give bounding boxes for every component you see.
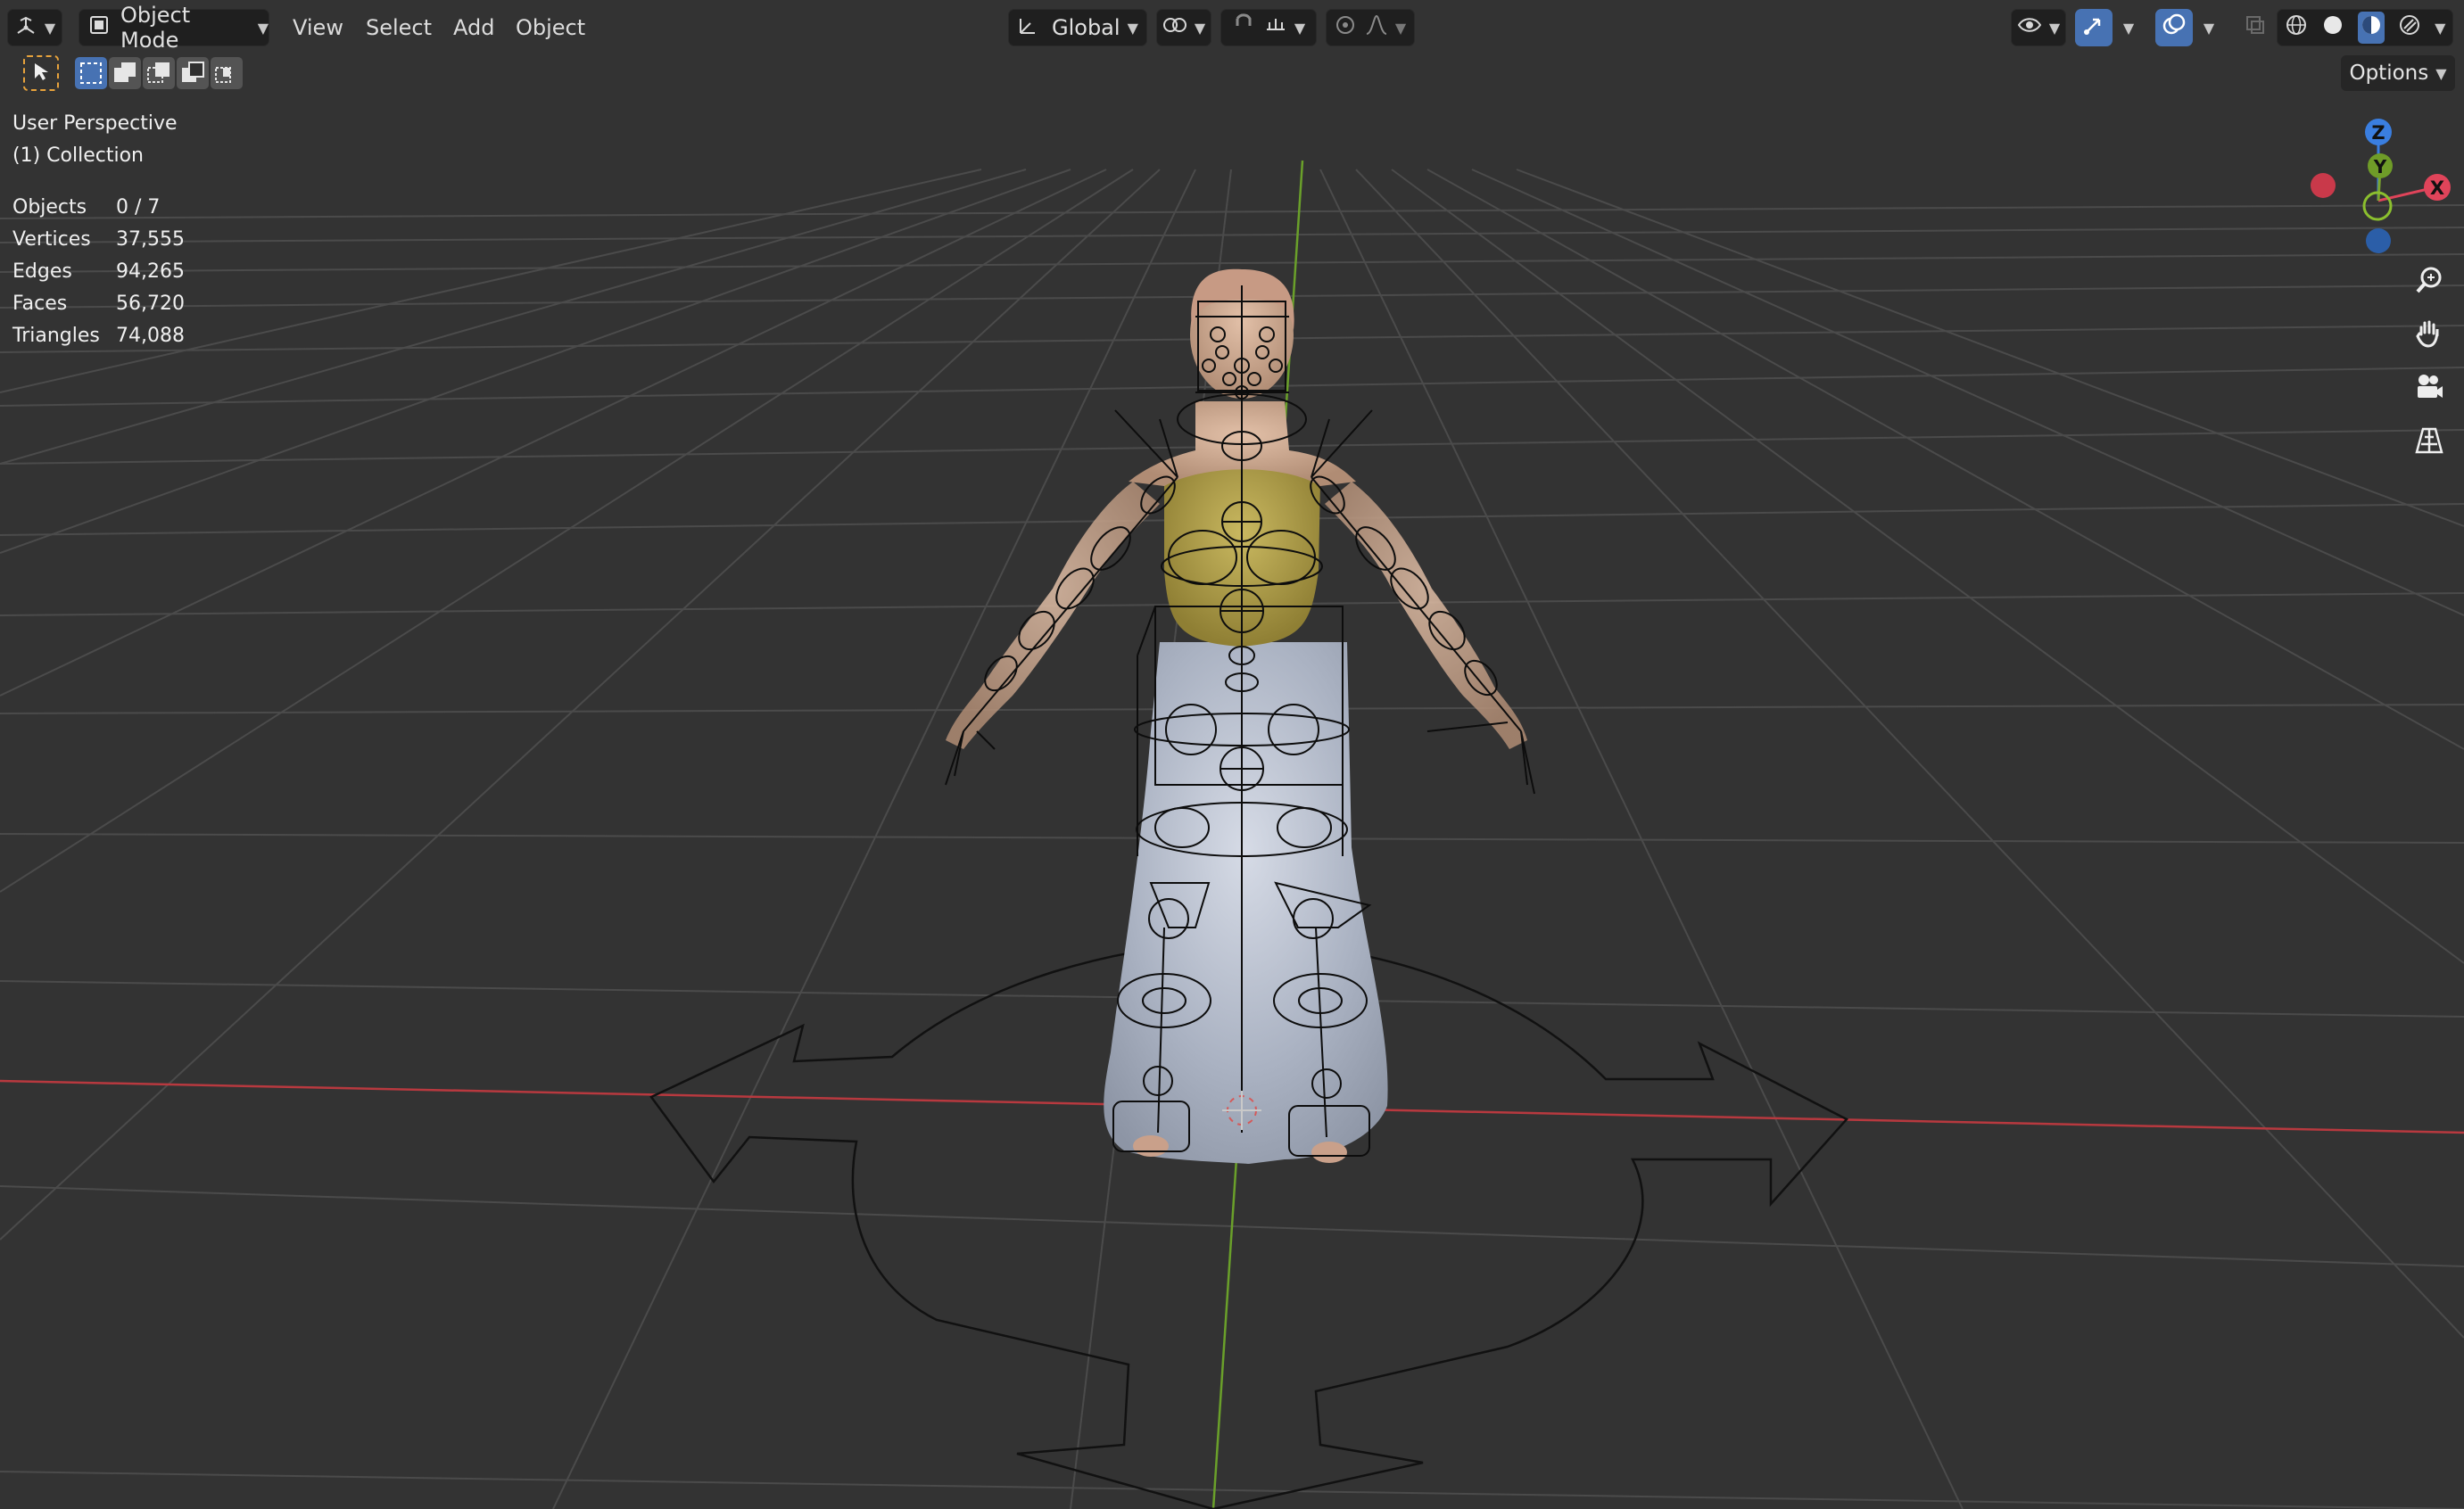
chevron-down-icon: ▼ [2048, 19, 2061, 37]
snap-increment-icon [1264, 13, 1287, 42]
overlays-dropdown[interactable]: ▼ [2195, 9, 2223, 46]
solid-shading-icon[interactable] [2321, 13, 2344, 42]
xray-icon [2245, 14, 2266, 41]
navigation-gizmo[interactable]: Z Y X [2293, 107, 2462, 263]
chevron-down-icon: ▼ [2203, 19, 2215, 37]
mode-label: Object Mode [120, 3, 191, 53]
overlays-toggle-button[interactable] [2155, 9, 2193, 46]
chevron-down-icon: ▼ [2435, 19, 2446, 37]
pivot-point-dropdown[interactable]: ▼ [1156, 9, 1211, 46]
perspective-toggle-button[interactable] [2409, 424, 2450, 465]
3d-viewport[interactable] [0, 0, 2464, 1509]
chevron-down-icon: ▼ [1127, 19, 1138, 37]
gizmo-neg-z-handle [2366, 228, 2391, 253]
eye-icon [2017, 15, 2042, 40]
stat-value-vertices: 37,555 [116, 228, 185, 251]
orientation-label: Global [1052, 15, 1120, 40]
xray-toggle-button[interactable] [2237, 9, 2273, 46]
camera-view-button[interactable] [2409, 370, 2450, 411]
stat-value-triangles: 74,088 [116, 325, 185, 347]
gizmo-neg-x-handle [2311, 173, 2336, 198]
stat-label-triangles: Triangles [12, 325, 100, 347]
select-invert-icon [177, 57, 209, 93]
3d-viewport-icon [14, 13, 37, 42]
rendered-shading-icon[interactable] [2398, 13, 2421, 42]
stat-label-edges: Edges [12, 260, 72, 283]
view-name: User Perspective [12, 112, 178, 135]
options-dropdown[interactable]: Options ▼ [2341, 55, 2455, 91]
select-mode-subtract-button[interactable] [143, 57, 175, 89]
snap-magnet-icon [1232, 13, 1255, 42]
proportional-edit-icon [1335, 14, 1356, 41]
collection-name: (1) Collection [12, 144, 144, 167]
cursor-arrow-icon [32, 62, 50, 85]
chevron-down-icon: ▼ [2435, 64, 2447, 82]
zoom-button[interactable] [2409, 263, 2450, 304]
gizmo-toggle-button[interactable] [2075, 9, 2113, 46]
hand-pan-icon [2414, 318, 2444, 356]
material-preview-icon[interactable] [2357, 12, 2385, 44]
chevron-down-icon: ▼ [44, 19, 56, 37]
chevron-down-icon: ▼ [1194, 19, 1206, 37]
stat-label-faces: Faces [12, 293, 68, 315]
menu-select[interactable]: Select [357, 9, 441, 46]
select-mode-intersect-button[interactable] [211, 57, 243, 89]
gizmo-icon [2082, 13, 2105, 42]
chevron-down-icon: ▼ [2122, 19, 2135, 37]
chevron-down-icon: ▼ [1394, 19, 1407, 37]
stat-value-faces: 56,720 [116, 293, 185, 315]
select-new-icon [75, 57, 107, 93]
visibility-dropdown[interactable]: ▼ [2011, 9, 2066, 46]
viewport-scene[interactable] [0, 0, 2464, 1509]
overlays-icon [2162, 12, 2187, 43]
grid-perspective-icon [2414, 425, 2444, 463]
zoom-icon [2414, 265, 2444, 302]
chevron-down-icon: ▼ [1294, 19, 1306, 37]
select-subtract-icon [143, 57, 175, 93]
character-model [946, 268, 1527, 1164]
falloff-curve-icon [1365, 14, 1388, 41]
pan-button[interactable] [2409, 317, 2450, 358]
options-label: Options [2349, 62, 2429, 85]
stat-value-edges: 94,265 [116, 260, 185, 283]
viewport-header: ▼ Object Mode ▼ View Select Add Object G… [0, 0, 2464, 55]
gizmo-z-label: Z [2371, 122, 2385, 144]
gizmo-dropdown[interactable]: ▼ [2114, 9, 2143, 46]
select-tool-button[interactable] [23, 55, 59, 91]
proportional-editing-controls[interactable]: ▼ [1326, 9, 1415, 46]
gizmo-x-label: X [2430, 177, 2444, 199]
select-extend-icon [109, 57, 141, 93]
snapping-controls[interactable]: ▼ [1220, 9, 1317, 46]
pivot-point-icon [1162, 15, 1187, 40]
editor-type-button[interactable]: ▼ [7, 9, 62, 46]
object-mode-icon [88, 14, 110, 41]
shading-mode-group[interactable]: ▼ [2277, 9, 2453, 46]
menu-view[interactable]: View [284, 9, 352, 46]
stat-label-objects: Objects [12, 196, 87, 219]
camera-icon [2413, 372, 2445, 409]
gizmo-y-label: Y [2373, 156, 2387, 177]
stat-value-objects: 0 / 7 [116, 196, 161, 219]
select-intersect-icon [211, 57, 243, 93]
select-mode-new-button[interactable] [75, 57, 107, 89]
stat-label-vertices: Vertices [12, 228, 91, 251]
menu-object[interactable]: Object [507, 9, 594, 46]
orientation-axes-icon [1016, 13, 1039, 42]
wireframe-shading-icon[interactable] [2285, 13, 2308, 42]
transform-orientation-dropdown[interactable]: Global ▼ [1008, 9, 1147, 46]
select-mode-extend-button[interactable] [109, 57, 141, 89]
chevron-down-icon: ▼ [257, 19, 269, 37]
select-mode-invert-button[interactable] [177, 57, 209, 89]
menu-add[interactable]: Add [444, 9, 503, 46]
mode-dropdown[interactable]: Object Mode ▼ [79, 3, 269, 53]
